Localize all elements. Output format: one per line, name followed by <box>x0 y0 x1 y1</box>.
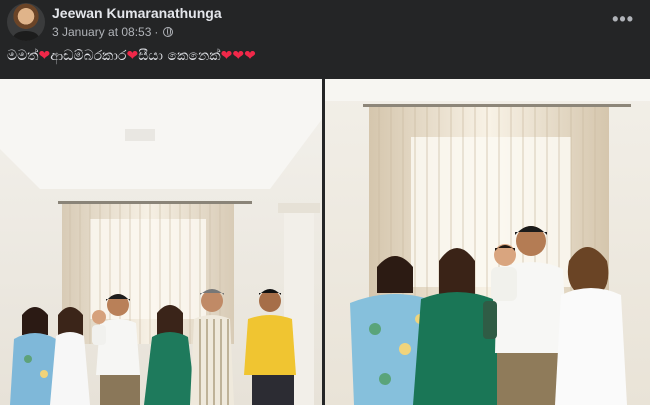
heart-icon: ❤ <box>220 48 233 64</box>
meta-dot: · <box>154 25 159 39</box>
family-photo-right-image <box>325 79 650 405</box>
more-options-icon[interactable]: ••• <box>612 9 634 30</box>
author-name[interactable]: Jeewan Kumaranathunga <box>52 5 222 21</box>
post-photo-grid <box>0 79 650 405</box>
heart-icon: ❤ <box>244 48 256 64</box>
heart-icon: ❤ <box>38 48 51 64</box>
family-photo-right[interactable] <box>325 79 650 405</box>
caption-part-3: සීයා කෙනෙක් <box>138 48 221 64</box>
avatar-shirt <box>13 31 39 41</box>
post-header: Jeewan Kumaranathunga 3 January at 08:53… <box>0 0 650 44</box>
heart-icon: ❤ <box>232 48 245 64</box>
post-caption: මමත්❤ආඩම්බරකාර❤සීයා කෙනෙක්❤❤❤ <box>7 48 256 64</box>
heart-icon: ❤ <box>126 48 139 64</box>
facebook-post: Jeewan Kumaranathunga 3 January at 08:53… <box>0 0 650 405</box>
caption-part-1: මමත් <box>7 48 39 64</box>
globe-icon[interactable] <box>163 27 174 37</box>
author-avatar[interactable] <box>7 3 45 41</box>
family-photo-left[interactable] <box>0 79 322 405</box>
post-timestamp[interactable]: 3 January at 08:53 <box>52 25 151 39</box>
post-meta: 3 January at 08:53 · <box>52 25 174 39</box>
caption-part-2: ආඩම්බරකාර <box>50 48 127 64</box>
family-photo-left-image <box>0 79 322 405</box>
